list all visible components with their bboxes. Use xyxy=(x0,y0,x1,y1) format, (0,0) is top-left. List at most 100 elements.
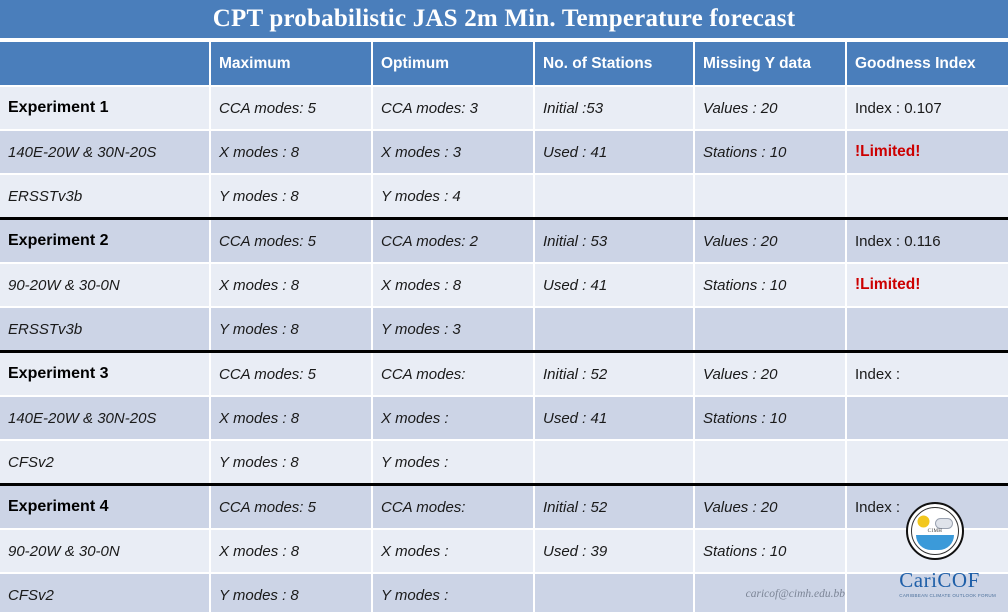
table-cell: CCA modes: 3 xyxy=(371,86,535,131)
table-cell: X modes : xyxy=(371,529,535,574)
table-cell xyxy=(533,307,695,353)
table-cell: X modes : 8 xyxy=(209,130,373,175)
cell-value: X modes : 8 xyxy=(219,276,300,294)
cell-value: X modes : xyxy=(381,409,449,427)
cell-value: X modes : xyxy=(381,542,449,560)
table-cell: CFSv2 xyxy=(0,440,211,486)
cell-value: Stations : 10 xyxy=(703,542,787,560)
table-cell: Y modes : 8 xyxy=(209,440,373,486)
table-cell: Used : 41 xyxy=(533,263,695,308)
page-title: CPT probabilistic JAS 2m Min. Temperatur… xyxy=(212,5,796,32)
cell-value: Y modes : xyxy=(381,586,449,604)
cell-value: CCA modes: 5 xyxy=(219,498,316,516)
table-cell: Experiment 4 xyxy=(0,483,211,530)
cell-value: X modes : 8 xyxy=(219,409,300,427)
table-cell: CFSv2 xyxy=(0,573,211,612)
caricof-wordmark: CariCOF xyxy=(899,568,980,592)
cell-value: Used : 41 xyxy=(543,143,608,161)
table-body: Experiment 1 CCA modes: 5 CCA modes: 3 Init… xyxy=(0,86,1008,612)
cell-value: !Limited! xyxy=(855,276,921,293)
row-label: 90-20W & 30-0N xyxy=(8,276,120,294)
column-header-optimum: Optimum xyxy=(371,42,535,87)
table-cell: Y modes : 8 xyxy=(209,573,373,612)
table-cell xyxy=(693,307,847,353)
row-label: CFSv2 xyxy=(8,453,54,471)
table-row: Experiment 1 CCA modes: 5 CCA modes: 3 Init… xyxy=(0,86,1008,131)
table-cell: Y modes : xyxy=(371,440,535,486)
row-label: 90-20W & 30-0N xyxy=(8,542,120,560)
cell-value: X modes : 3 xyxy=(381,143,462,161)
table-cell: Y modes : 8 xyxy=(209,174,373,220)
cell-value: Initial : 52 xyxy=(543,365,608,383)
cell-value: Y modes : 8 xyxy=(219,453,299,471)
cell-value: CCA modes: 5 xyxy=(219,232,316,250)
table-cell: CCA modes: 2 xyxy=(371,217,535,264)
slide-root: CPT probabilistic JAS 2m Min. Temperatur… xyxy=(0,0,1008,612)
table-cell: Used : 41 xyxy=(533,130,695,175)
cell-value: Stations : 10 xyxy=(703,409,787,427)
table-row: 140E-20W & 30N-20S X modes : 8 X modes : 3… xyxy=(0,130,1008,175)
table-cell xyxy=(693,440,847,486)
table-cell: Values : 20 xyxy=(693,483,847,530)
table-cell: Values : 20 xyxy=(693,217,847,264)
table-cell: X modes : 3 xyxy=(371,130,535,175)
table-cell: 90-20W & 30-0N xyxy=(0,263,211,308)
column-header-goodness-index: Goodness Index xyxy=(845,42,1008,87)
table-cell: Experiment 2 xyxy=(0,217,211,264)
table-cell: !Limited! xyxy=(845,130,1008,175)
row-label: Experiment 4 xyxy=(8,498,109,515)
table-cell: X modes : xyxy=(371,396,535,441)
cell-value: CCA modes: xyxy=(381,365,466,383)
table-cell: X modes : 8 xyxy=(209,263,373,308)
cell-value: !Limited! xyxy=(855,143,921,160)
table-row: CFSv2 Y modes : 8 Y modes : xyxy=(0,573,1008,612)
caricof-logo: CariCOF CARIBBEAN CLIMATE OUTLOOK FORUM xyxy=(899,568,996,599)
row-label: 140E-20W & 30N-20S xyxy=(8,143,157,161)
cell-value: X modes : 8 xyxy=(381,276,462,294)
cell-value: Initial : 52 xyxy=(543,498,608,516)
table-row: Experiment 3 CCA modes: 5 CCA modes: Initia… xyxy=(0,350,1008,397)
table-cell: Used : 39 xyxy=(533,529,695,574)
sun-icon xyxy=(919,517,928,526)
cell-value: Y modes : 4 xyxy=(381,187,461,205)
column-header-blank xyxy=(0,42,211,87)
cell-value: Initial :53 xyxy=(543,99,604,117)
cell-value: Used : 41 xyxy=(543,409,608,427)
table-cell: Stations : 10 xyxy=(693,263,847,308)
cell-value: Y modes : 8 xyxy=(219,586,299,604)
table-cell: Experiment 1 xyxy=(0,86,211,131)
table-cell xyxy=(533,573,695,612)
table-cell: CCA modes: xyxy=(371,483,535,530)
table-cell: Values : 20 xyxy=(693,350,847,397)
row-label: Experiment 1 xyxy=(8,99,109,116)
table-cell xyxy=(845,307,1008,353)
cell-value: X modes : 8 xyxy=(219,542,300,560)
table-cell xyxy=(533,174,695,220)
table-cell: Used : 41 xyxy=(533,396,695,441)
table-cell: X modes : 8 xyxy=(209,529,373,574)
table-cell: CCA modes: 5 xyxy=(209,86,373,131)
cell-value: Stations : 10 xyxy=(703,276,787,294)
row-label: Experiment 2 xyxy=(8,232,109,249)
cell-value: CCA modes: xyxy=(381,498,466,516)
cell-value: Index : 0.116 xyxy=(855,232,941,250)
table-cell: X modes : 8 xyxy=(371,263,535,308)
table-cell: Index : 0.107 xyxy=(845,86,1008,131)
table-cell: CCA modes: 5 xyxy=(209,217,373,264)
cell-value: Index : xyxy=(855,365,901,383)
cell-value: Values : 20 xyxy=(703,232,778,250)
cell-value: Index : xyxy=(855,498,901,516)
table-row: 90-20W & 30-0N X modes : 8 X modes : 8 Used… xyxy=(0,263,1008,308)
table-cell xyxy=(693,174,847,220)
table-cell: !Limited! xyxy=(845,263,1008,308)
cell-value: Used : 41 xyxy=(543,276,608,294)
table-header: Maximum Optimum No. of Stations Missing … xyxy=(0,42,1008,87)
cell-value: Y modes : 8 xyxy=(219,320,299,338)
cell-value: Initial : 53 xyxy=(543,232,608,250)
seal-label: CIMH xyxy=(927,529,943,534)
caricof-subtitle: CARIBBEAN CLIMATE OUTLOOK FORUM xyxy=(899,593,996,598)
cell-value: Values : 20 xyxy=(703,99,778,117)
row-label: ERSSTv3b xyxy=(8,320,83,338)
table-cell: Y modes : 4 xyxy=(371,174,535,220)
cell-value: Index : 0.107 xyxy=(855,99,942,117)
